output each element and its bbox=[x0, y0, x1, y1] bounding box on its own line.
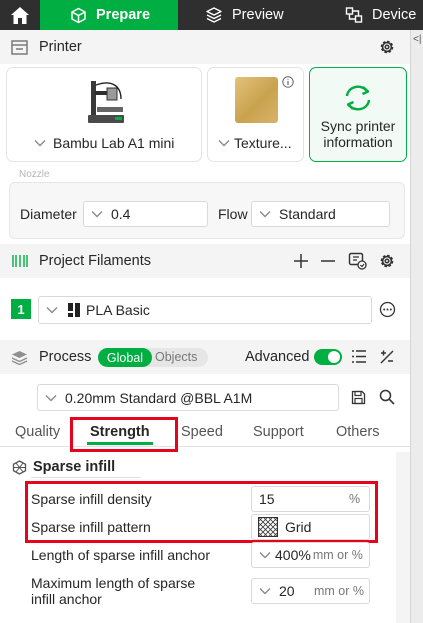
max-anchor-length-input[interactable]: 20 mm or % bbox=[251, 578, 370, 604]
printer-settings-button[interactable] bbox=[378, 38, 396, 56]
device-icon bbox=[345, 7, 363, 23]
anchor-length-value: 400% bbox=[275, 547, 311, 563]
plate-name: Texture... bbox=[234, 135, 292, 151]
gear-icon bbox=[380, 254, 394, 268]
anchor-length-input[interactable]: 400% mm or % bbox=[251, 542, 370, 568]
search-icon bbox=[379, 389, 395, 405]
filament-slot-badge[interactable]: 1 bbox=[11, 299, 31, 319]
filaments-section-header: Project Filaments bbox=[0, 244, 410, 278]
process-compare-button[interactable] bbox=[379, 349, 395, 365]
anchor-length-unit: mm or % bbox=[312, 548, 363, 562]
printer-image bbox=[88, 81, 124, 123]
group-divider bbox=[31, 477, 141, 478]
sync-icon bbox=[345, 85, 371, 111]
chevron-down-icon bbox=[34, 140, 46, 147]
tab-device[interactable]: Device bbox=[345, 0, 416, 30]
filament-more-button[interactable] bbox=[379, 301, 396, 318]
plate-image bbox=[235, 77, 278, 123]
sync-label: Sync printer information bbox=[320, 118, 396, 150]
printer-section-title: Printer bbox=[39, 39, 82, 55]
flow-label: Flow bbox=[218, 206, 248, 222]
process-preset-select[interactable]: 0.20mm Standard @BBL A1M bbox=[37, 384, 339, 411]
printer-section-header: Printer bbox=[0, 30, 410, 64]
plus-icon bbox=[294, 254, 308, 268]
layers-icon bbox=[206, 7, 222, 23]
process-section-header: Process Global Objects Advanced bbox=[0, 340, 410, 374]
tab-prepare-label: Prepare bbox=[96, 7, 151, 23]
cube-icon bbox=[71, 7, 86, 23]
chevron-down-icon bbox=[259, 588, 271, 595]
collapse-arrow-icon: <| bbox=[413, 34, 422, 45]
group-title: Sparse infill bbox=[33, 459, 116, 475]
toggle-objects[interactable]: Objects bbox=[155, 350, 197, 364]
chevron-down-icon bbox=[259, 211, 271, 218]
info-icon[interactable] bbox=[282, 76, 294, 88]
printer-name: Bambu Lab A1 mini bbox=[53, 135, 175, 151]
diameter-label: Diameter bbox=[20, 206, 77, 222]
chevron-down-icon bbox=[91, 211, 103, 218]
flow-value: Standard bbox=[279, 206, 336, 222]
tab-preview[interactable]: Preview bbox=[205, 0, 284, 30]
strength-tab-highlight bbox=[70, 417, 178, 452]
chevron-down-icon bbox=[46, 307, 58, 314]
advanced-label: Advanced bbox=[245, 349, 310, 365]
filament-name: PLA Basic bbox=[86, 302, 150, 318]
chevron-down-icon bbox=[259, 552, 271, 559]
process-icon bbox=[11, 351, 28, 365]
search-preset-button[interactable] bbox=[379, 389, 395, 405]
printer-preset-card[interactable]: Bambu Lab A1 mini bbox=[6, 67, 202, 162]
max-anchor-length-value: 20 bbox=[279, 583, 295, 599]
settings-scrollbar[interactable] bbox=[396, 452, 410, 623]
advanced-switch[interactable] bbox=[314, 349, 342, 365]
max-anchor-length-unit: mm or % bbox=[314, 584, 364, 598]
compare-icon bbox=[380, 350, 394, 364]
more-icon bbox=[379, 301, 396, 318]
filament-sync-button[interactable] bbox=[348, 252, 367, 270]
tab-quality[interactable]: Quality bbox=[15, 424, 60, 440]
filament-select[interactable]: PLA Basic bbox=[38, 296, 372, 324]
settings-tabs: Quality Strength Speed Support Others bbox=[0, 420, 410, 447]
global-objects-toggle[interactable]: Global Objects bbox=[98, 348, 208, 367]
nozzle-caption: Nozzle bbox=[19, 169, 50, 180]
flow-select[interactable]: Standard bbox=[251, 201, 390, 227]
process-section-title: Process bbox=[39, 349, 92, 365]
ams-sync-icon bbox=[348, 252, 367, 270]
add-filament-button[interactable] bbox=[293, 253, 309, 269]
list-icon bbox=[352, 350, 366, 363]
filaments-section-title: Project Filaments bbox=[39, 253, 152, 269]
sidebar-collapse-handle[interactable]: <| bbox=[410, 30, 423, 623]
chevron-down-icon bbox=[218, 140, 230, 147]
toggle-global[interactable]: Global bbox=[98, 348, 152, 367]
infill-rows-highlight bbox=[25, 481, 378, 543]
printer-icon bbox=[11, 40, 28, 55]
tab-prepare[interactable]: Prepare bbox=[40, 0, 178, 30]
home-icon bbox=[11, 6, 29, 24]
remove-filament-button[interactable] bbox=[320, 253, 336, 269]
chevron-down-icon bbox=[45, 394, 57, 401]
filament-icon bbox=[12, 255, 28, 267]
max-anchor-length-label: Maximum length of sparse infill anchor bbox=[31, 575, 196, 607]
sync-printer-button[interactable]: Sync printer information bbox=[309, 67, 407, 162]
plate-type-card[interactable]: Texture... bbox=[207, 67, 304, 162]
save-icon bbox=[351, 390, 366, 405]
tab-device-label: Device bbox=[372, 7, 417, 23]
save-preset-button[interactable] bbox=[351, 390, 366, 405]
gear-icon bbox=[380, 40, 394, 54]
home-button[interactable] bbox=[0, 0, 40, 30]
anchor-length-label: Length of sparse infill anchor bbox=[31, 547, 210, 563]
diameter-value: 0.4 bbox=[111, 206, 131, 222]
tab-support[interactable]: Support bbox=[253, 424, 304, 440]
tab-speed[interactable]: Speed bbox=[181, 424, 223, 440]
process-list-button[interactable] bbox=[351, 349, 367, 364]
tab-preview-label: Preview bbox=[232, 7, 284, 23]
bambu-logo-icon bbox=[68, 303, 80, 317]
diameter-select[interactable]: 0.4 bbox=[83, 201, 208, 227]
minus-icon bbox=[321, 260, 335, 262]
tab-others[interactable]: Others bbox=[336, 424, 380, 440]
filament-settings-button[interactable] bbox=[378, 252, 396, 270]
switch-knob bbox=[328, 351, 340, 363]
infill-group-icon bbox=[12, 460, 27, 475]
process-preset-name: 0.20mm Standard @BBL A1M bbox=[65, 389, 253, 406]
